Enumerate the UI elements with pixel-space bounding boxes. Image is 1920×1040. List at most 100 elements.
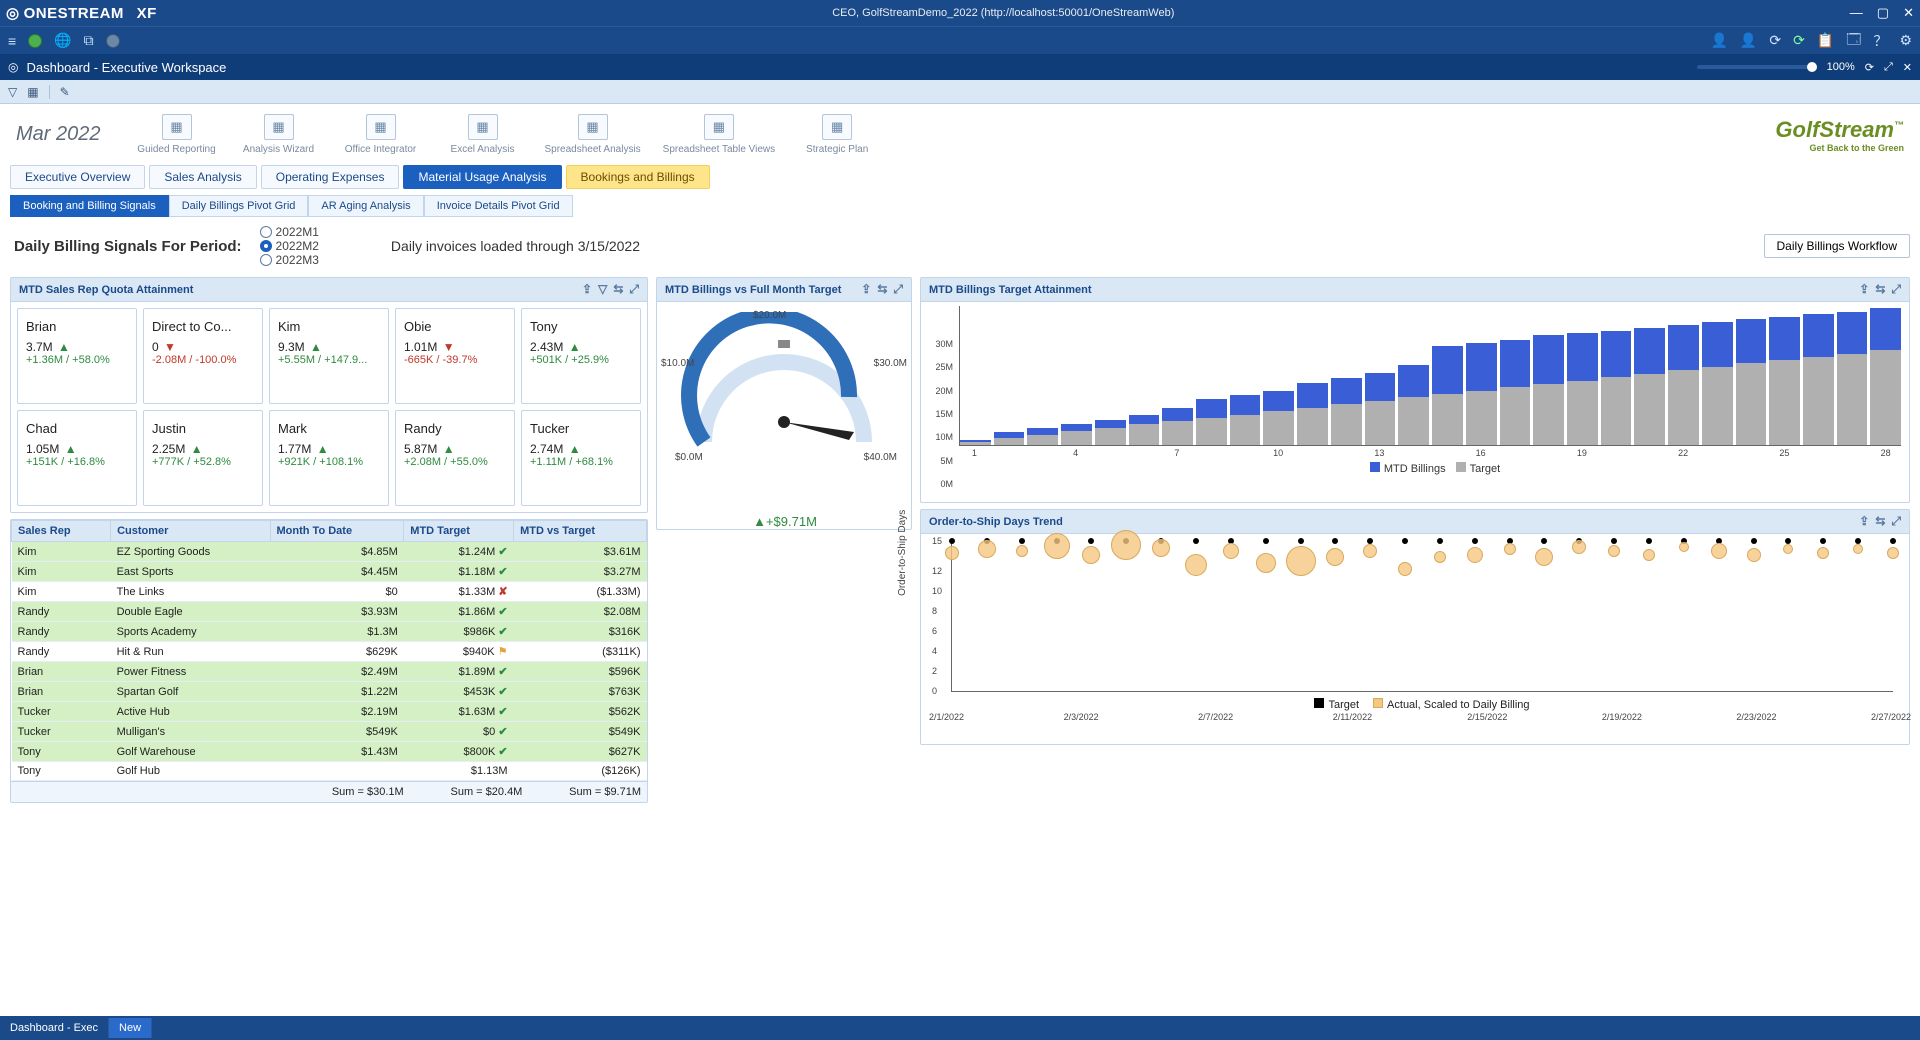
period-radio[interactable]: 2022M3 — [260, 253, 319, 267]
globe-icon[interactable]: 🌐 — [54, 32, 71, 49]
export-icon[interactable]: ⇪ — [861, 282, 871, 297]
main-tab[interactable]: Bookings and Billings — [566, 165, 710, 189]
toolbar-item[interactable]: ▦Office Integrator — [341, 114, 421, 155]
bottom-tab-dashboard[interactable]: Dashboard - Exec — [0, 1018, 109, 1038]
kpi-value: 9.3M — [278, 340, 380, 354]
kpi-card[interactable]: Chad1.05M +151K / +16.8% — [17, 410, 137, 506]
kpi-card[interactable]: Tony2.43M +501K / +25.9% — [521, 308, 641, 404]
export-icon[interactable]: ⇪ — [1859, 282, 1869, 297]
actual-dot — [1608, 545, 1620, 557]
edit-icon[interactable]: ✎ — [60, 85, 70, 99]
reload-icon[interactable]: ⟳ — [1865, 61, 1874, 74]
main-tab[interactable]: Sales Analysis — [149, 165, 256, 189]
actual-dot — [1185, 554, 1207, 576]
actual-dot — [1286, 546, 1316, 576]
toolbar-item[interactable]: ▦Spreadsheet Table Views — [663, 114, 776, 155]
expand-icon[interactable]: ⤢ — [1891, 282, 1901, 297]
options-icon[interactable]: ⇆ — [877, 282, 887, 297]
table-row[interactable]: BrianPower Fitness$2.49M$1.89M ✔$596K — [12, 662, 647, 682]
col-header[interactable]: MTD vs Target — [514, 521, 647, 542]
toolbar-item[interactable]: ▦Excel Analysis — [443, 114, 523, 155]
bottom-tab-new[interactable]: New — [109, 1018, 152, 1038]
popout-icon[interactable]: ⤢ — [1884, 61, 1893, 74]
options-icon[interactable]: ⇆ — [1875, 514, 1885, 529]
target-dot — [1820, 538, 1826, 544]
expand-icon[interactable]: ⤢ — [1891, 514, 1901, 529]
close-icon[interactable]: ✕ — [1903, 5, 1914, 21]
period-radio[interactable]: 2022M2 — [260, 239, 319, 253]
toolbar-item[interactable]: ▦Spreadsheet Analysis — [545, 114, 641, 155]
expand-icon[interactable]: ⤢ — [629, 282, 639, 297]
status-dot-green[interactable] — [28, 34, 42, 48]
table-row[interactable]: RandySports Academy$1.3M$986K ✔$316K — [12, 622, 647, 642]
filter-icon[interactable]: ▽ — [8, 85, 17, 99]
sub-tab[interactable]: Booking and Billing Signals — [10, 195, 169, 217]
tool-icon: ▦ — [704, 114, 734, 140]
window-icon[interactable]: 🗔 — [1846, 29, 1861, 53]
table-row[interactable]: TuckerMulligan's$549K$0 ✔$549K — [12, 722, 647, 742]
workflow-button[interactable]: Daily Billings Workflow — [1764, 234, 1910, 258]
kpi-card[interactable]: Tucker2.74M +1.11M / +68.1% — [521, 410, 641, 506]
kpi-card[interactable]: Kim9.3M +5.55M / +147.9... — [269, 308, 389, 404]
panel-gauge: MTD Billings vs Full Month Target⇪⇆⤢ $20… — [656, 277, 912, 530]
sub-tab[interactable]: Invoice Details Pivot Grid — [424, 195, 573, 217]
kpi-card[interactable]: Direct to Co...0 -2.08M / -100.0% — [143, 308, 263, 404]
main-tab[interactable]: Material Usage Analysis — [403, 165, 561, 189]
main-tab[interactable]: Operating Expenses — [261, 165, 400, 189]
user-icon[interactable]: 👤 — [1710, 32, 1727, 49]
col-header[interactable]: Customer — [111, 521, 270, 542]
clipboard-icon[interactable]: 📋 — [1817, 32, 1834, 49]
table-row[interactable]: BrianSpartan Golf$1.22M$453K ✔$763K — [12, 682, 647, 702]
toolbar-item[interactable]: ▦Guided Reporting — [137, 114, 217, 155]
status-dot-gray[interactable] — [106, 34, 120, 48]
table-row[interactable]: TonyGolf Hub$1.13M ($126K) — [12, 762, 647, 781]
toolbar-item[interactable]: ▦Strategic Plan — [797, 114, 877, 155]
kpi-card[interactable]: Mark1.77M +921K / +108.1% — [269, 410, 389, 506]
table-row[interactable]: KimEast Sports$4.45M$1.18M ✔$3.27M — [12, 562, 647, 582]
minimize-icon[interactable]: — — [1850, 5, 1863, 21]
target-dot — [1332, 538, 1338, 544]
table-row[interactable]: TuckerActive Hub$2.19M$1.63M ✔$562K — [12, 702, 647, 722]
actual-dot — [1326, 548, 1344, 566]
kpi-card[interactable]: Obie1.01M -665K / -39.7% — [395, 308, 515, 404]
col-header[interactable]: Month To Date — [270, 521, 404, 542]
sub-tab[interactable]: Daily Billings Pivot Grid — [169, 195, 309, 217]
table-row[interactable]: KimThe Links$0$1.33M ✘($1.33M) — [12, 582, 647, 602]
settings-icon[interactable]: ⚙ — [1899, 32, 1912, 49]
actual-dot — [1256, 553, 1276, 573]
actual-dot — [1016, 545, 1028, 557]
options-icon[interactable]: ⇆ — [613, 282, 623, 297]
table-row[interactable]: RandyHit & Run$629K$940K ⚑($311K) — [12, 642, 647, 662]
filter-panel-icon[interactable]: ▽ — [598, 282, 607, 297]
sub-tab[interactable]: AR Aging Analysis — [308, 195, 423, 217]
export-icon[interactable]: ⇪ — [1859, 514, 1869, 529]
scatter-ylabel: Order-to-Ship Days — [897, 510, 908, 596]
kpi-card[interactable]: Brian3.7M +1.36M / +58.0% — [17, 308, 137, 404]
period-radio[interactable]: 2022M1 — [260, 225, 319, 239]
maximize-icon[interactable]: ▢ — [1877, 5, 1889, 21]
target-dot — [1019, 538, 1025, 544]
zoom-slider[interactable] — [1697, 65, 1817, 69]
kpi-card[interactable]: Randy5.87M +2.08M / +55.0% — [395, 410, 515, 506]
options-icon[interactable]: ⇆ — [1875, 282, 1885, 297]
export-icon[interactable]: ⇪ — [582, 282, 592, 297]
table-row[interactable]: KimEZ Sporting Goods$4.85M$1.24M ✔$3.61M — [12, 542, 647, 562]
close-panel-icon[interactable]: ✕ — [1903, 61, 1912, 74]
grid-icon[interactable]: ▦ — [27, 85, 38, 99]
user-alert-icon[interactable]: 👤 — [1740, 32, 1757, 49]
tool-label: Excel Analysis — [451, 144, 515, 155]
actual-dot — [1887, 547, 1899, 559]
toolbar-item[interactable]: ▦Analysis Wizard — [239, 114, 319, 155]
help-icon[interactable]: ？ — [1873, 31, 1887, 51]
table-row[interactable]: RandyDouble Eagle$3.93M$1.86M ✔$2.08M — [12, 602, 647, 622]
menu-icon[interactable]: ≡ — [8, 33, 16, 49]
expand-icon[interactable]: ⤢ — [893, 282, 903, 297]
sync-icon[interactable]: ⟳ — [1769, 32, 1781, 49]
refresh-icon[interactable]: ⟳ — [1793, 32, 1805, 49]
kpi-card[interactable]: Justin2.25M +777K / +52.8% — [143, 410, 263, 506]
table-row[interactable]: TonyGolf Warehouse$1.43M$800K ✔$627K — [12, 742, 647, 762]
main-tab[interactable]: Executive Overview — [10, 165, 145, 189]
col-header[interactable]: Sales Rep — [12, 521, 111, 542]
copy-icon[interactable]: ⧉ — [84, 32, 94, 49]
col-header[interactable]: MTD Target — [404, 521, 514, 542]
